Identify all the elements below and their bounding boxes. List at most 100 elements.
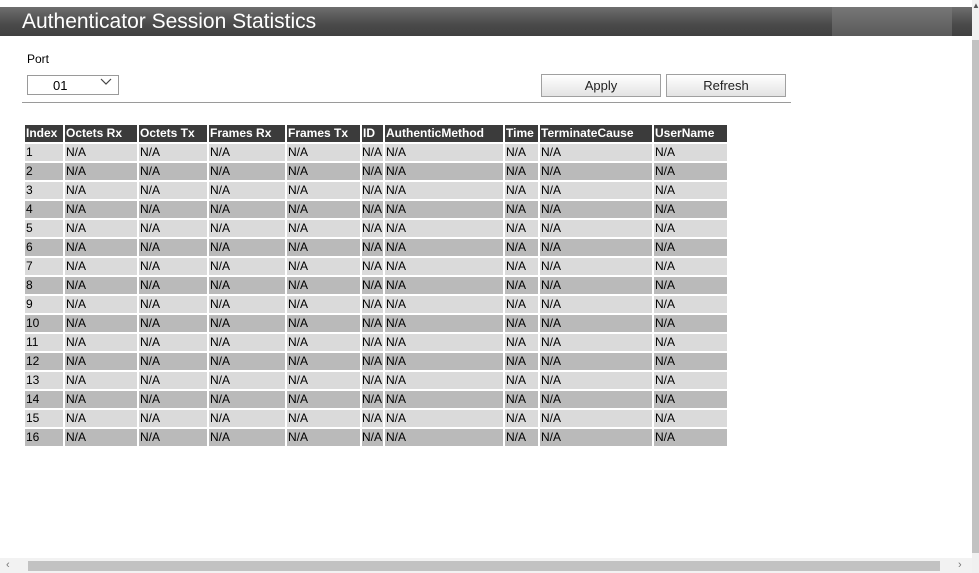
vertical-scrollbar[interactable]: ▲ bbox=[972, 0, 979, 573]
cell-frames-rx: N/A bbox=[209, 315, 285, 332]
table-row: 2 N/A N/A N/A N/A N/A N/A N/A N/A N/A bbox=[25, 163, 728, 180]
cell-octets-rx: N/A bbox=[65, 410, 137, 427]
cell-octets-rx: N/A bbox=[65, 182, 137, 199]
cell-octets-tx: N/A bbox=[139, 182, 207, 199]
cell-id: N/A bbox=[362, 201, 384, 218]
cell-id: N/A bbox=[362, 391, 384, 408]
cell-user-name: N/A bbox=[654, 220, 728, 237]
chevron-down-icon bbox=[100, 78, 112, 89]
page-title: Authenticator Session Statistics bbox=[22, 10, 317, 33]
cell-id: N/A bbox=[362, 220, 384, 237]
cell-frames-rx: N/A bbox=[209, 277, 285, 294]
cell-user-name: N/A bbox=[654, 410, 728, 427]
table-row: 15 N/A N/A N/A N/A N/A N/A N/A N/A N/A bbox=[25, 410, 728, 427]
cell-time: N/A bbox=[505, 334, 539, 351]
cell-frames-tx: N/A bbox=[287, 334, 360, 351]
vertical-scroll-thumb[interactable] bbox=[972, 40, 979, 553]
cell-user-name: N/A bbox=[654, 391, 728, 408]
apply-button[interactable]: Apply bbox=[541, 74, 661, 97]
cell-id: N/A bbox=[362, 410, 384, 427]
cell-octets-rx: N/A bbox=[65, 220, 137, 237]
cell-id: N/A bbox=[362, 163, 384, 180]
table-row: 11 N/A N/A N/A N/A N/A N/A N/A N/A N/A bbox=[25, 334, 728, 351]
table-row: 12 N/A N/A N/A N/A N/A N/A N/A N/A N/A bbox=[25, 353, 728, 370]
cell-octets-rx: N/A bbox=[65, 353, 137, 370]
cell-index: 1 bbox=[25, 144, 63, 161]
column-header-id: ID bbox=[362, 125, 384, 142]
table-row: 16 N/A N/A N/A N/A N/A N/A N/A N/A N/A bbox=[25, 429, 728, 446]
cell-frames-tx: N/A bbox=[287, 258, 360, 275]
cell-authentic-method: N/A bbox=[385, 277, 504, 294]
divider bbox=[22, 102, 791, 103]
cell-terminate-cause: N/A bbox=[540, 391, 653, 408]
cell-frames-rx: N/A bbox=[209, 258, 285, 275]
cell-authentic-method: N/A bbox=[385, 372, 504, 389]
horizontal-scrollbar[interactable]: ‹ › bbox=[0, 558, 972, 573]
cell-user-name: N/A bbox=[654, 277, 728, 294]
cell-terminate-cause: N/A bbox=[540, 410, 653, 427]
cell-terminate-cause: N/A bbox=[540, 201, 653, 218]
cell-octets-tx: N/A bbox=[139, 163, 207, 180]
cell-terminate-cause: N/A bbox=[540, 258, 653, 275]
cell-octets-tx: N/A bbox=[139, 315, 207, 332]
cell-user-name: N/A bbox=[654, 372, 728, 389]
arrow-left-icon[interactable]: ‹ bbox=[6, 559, 10, 572]
cell-octets-rx: N/A bbox=[65, 391, 137, 408]
cell-frames-rx: N/A bbox=[209, 220, 285, 237]
cell-index: 16 bbox=[25, 429, 63, 446]
cell-frames-tx: N/A bbox=[287, 144, 360, 161]
cell-frames-tx: N/A bbox=[287, 201, 360, 218]
cell-id: N/A bbox=[362, 315, 384, 332]
table-row: 5 N/A N/A N/A N/A N/A N/A N/A N/A N/A bbox=[25, 220, 728, 237]
cell-octets-tx: N/A bbox=[139, 201, 207, 218]
column-header-authentic-method: AuthenticMethod bbox=[385, 125, 504, 142]
cell-index: 14 bbox=[25, 391, 63, 408]
cell-frames-tx: N/A bbox=[287, 410, 360, 427]
horizontal-scroll-thumb[interactable] bbox=[28, 561, 940, 571]
cell-index: 12 bbox=[25, 353, 63, 370]
cell-index: 6 bbox=[25, 239, 63, 256]
cell-user-name: N/A bbox=[654, 239, 728, 256]
cell-frames-tx: N/A bbox=[287, 391, 360, 408]
cell-id: N/A bbox=[362, 334, 384, 351]
cell-user-name: N/A bbox=[654, 163, 728, 180]
cell-id: N/A bbox=[362, 239, 384, 256]
column-header-index: Index bbox=[25, 125, 63, 142]
cell-id: N/A bbox=[362, 258, 384, 275]
arrow-right-icon[interactable]: › bbox=[958, 559, 962, 572]
cell-terminate-cause: N/A bbox=[540, 144, 653, 161]
cell-terminate-cause: N/A bbox=[540, 239, 653, 256]
cell-index: 5 bbox=[25, 220, 63, 237]
cell-octets-tx: N/A bbox=[139, 353, 207, 370]
arrow-up-icon[interactable]: ▲ bbox=[972, 2, 979, 10]
table-row: 7 N/A N/A N/A N/A N/A N/A N/A N/A N/A bbox=[25, 258, 728, 275]
cell-octets-rx: N/A bbox=[65, 372, 137, 389]
refresh-button[interactable]: Refresh bbox=[666, 74, 786, 97]
table-row: 6 N/A N/A N/A N/A N/A N/A N/A N/A N/A bbox=[25, 239, 728, 256]
port-select[interactable]: 01 bbox=[27, 75, 119, 95]
cell-index: 7 bbox=[25, 258, 63, 275]
cell-terminate-cause: N/A bbox=[540, 334, 653, 351]
column-header-octets-rx: Octets Rx bbox=[65, 125, 137, 142]
cell-time: N/A bbox=[505, 391, 539, 408]
port-select-value: 01 bbox=[53, 78, 68, 93]
cell-terminate-cause: N/A bbox=[540, 163, 653, 180]
cell-index: 11 bbox=[25, 334, 63, 351]
cell-user-name: N/A bbox=[654, 315, 728, 332]
port-label: Port bbox=[27, 52, 50, 66]
cell-frames-rx: N/A bbox=[209, 353, 285, 370]
cell-time: N/A bbox=[505, 315, 539, 332]
cell-authentic-method: N/A bbox=[385, 410, 504, 427]
cell-user-name: N/A bbox=[654, 296, 728, 313]
cell-user-name: N/A bbox=[654, 258, 728, 275]
cell-octets-rx: N/A bbox=[65, 144, 137, 161]
cell-user-name: N/A bbox=[654, 429, 728, 446]
cell-octets-tx: N/A bbox=[139, 220, 207, 237]
cell-user-name: N/A bbox=[654, 353, 728, 370]
cell-frames-tx: N/A bbox=[287, 296, 360, 313]
cell-index: 3 bbox=[25, 182, 63, 199]
cell-frames-rx: N/A bbox=[209, 163, 285, 180]
cell-time: N/A bbox=[505, 163, 539, 180]
cell-octets-tx: N/A bbox=[139, 410, 207, 427]
cell-index: 9 bbox=[25, 296, 63, 313]
